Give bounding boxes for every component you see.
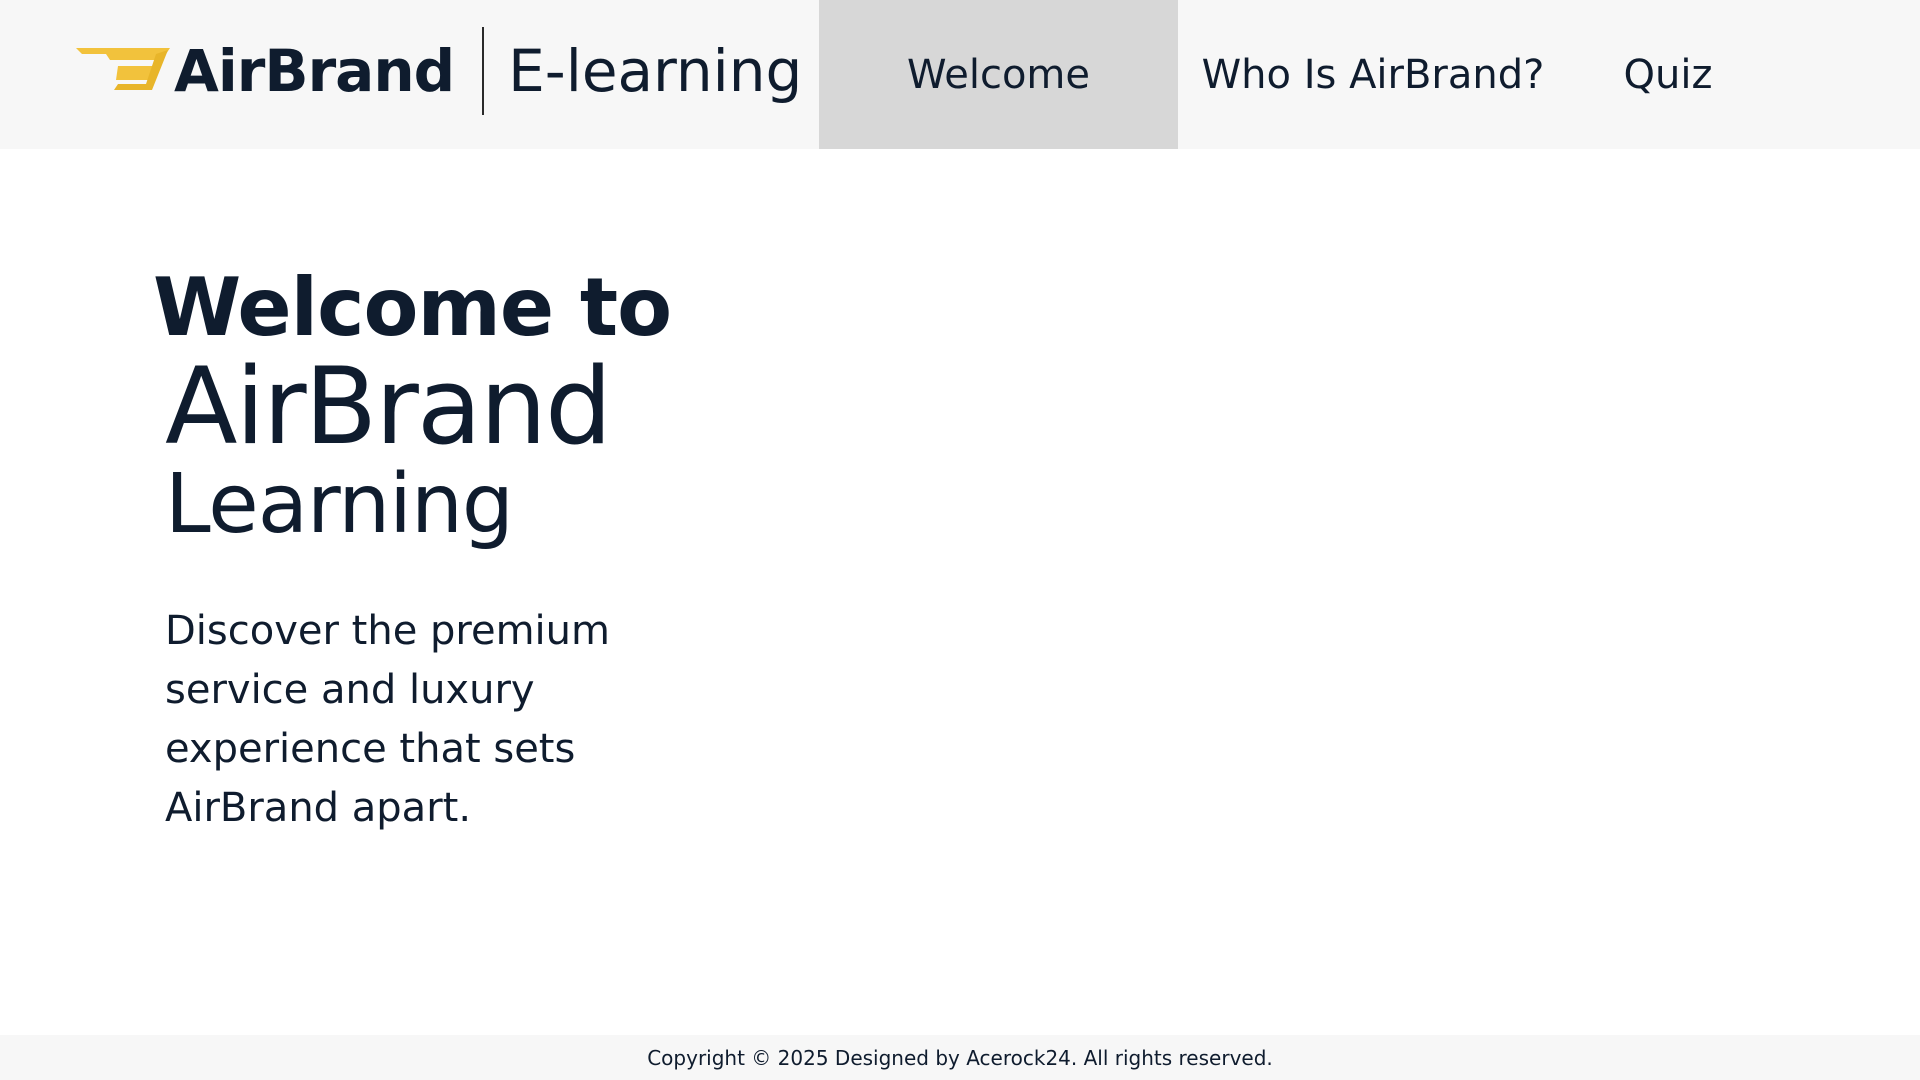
airbrand-wing-logo-icon [76, 48, 170, 90]
hero-section: Welcome to AirBrand Learning Discover th… [153, 268, 673, 838]
hero-description: Discover the premium service and luxury … [165, 608, 610, 831]
main-nav: Welcome Who Is AirBrand? Quiz [819, 0, 1768, 149]
nav-item-welcome[interactable]: Welcome [819, 0, 1178, 149]
copyright-text: Copyright © 2025 Designed by Acerock24. … [647, 1045, 1273, 1070]
hero-title-line-2: AirBrand [165, 345, 612, 468]
top-header: AirBrand E-learning Welcome Who Is AirBr… [0, 0, 1920, 149]
brand-divider [482, 27, 485, 115]
hero-title-line-1: Welcome to [153, 261, 672, 354]
nav-item-quiz[interactable]: Quiz [1568, 0, 1768, 149]
page-footer: Copyright © 2025 Designed by Acerock24. … [0, 1035, 1920, 1080]
brand-subtitle: E-learning [508, 37, 803, 105]
brand-lockup[interactable]: AirBrand E-learning [76, 26, 802, 116]
nav-item-who-is-airbrand[interactable]: Who Is AirBrand? [1178, 0, 1568, 149]
logo-text: AirBrand [174, 37, 455, 105]
hero-title-line-3: Learning [165, 457, 514, 552]
